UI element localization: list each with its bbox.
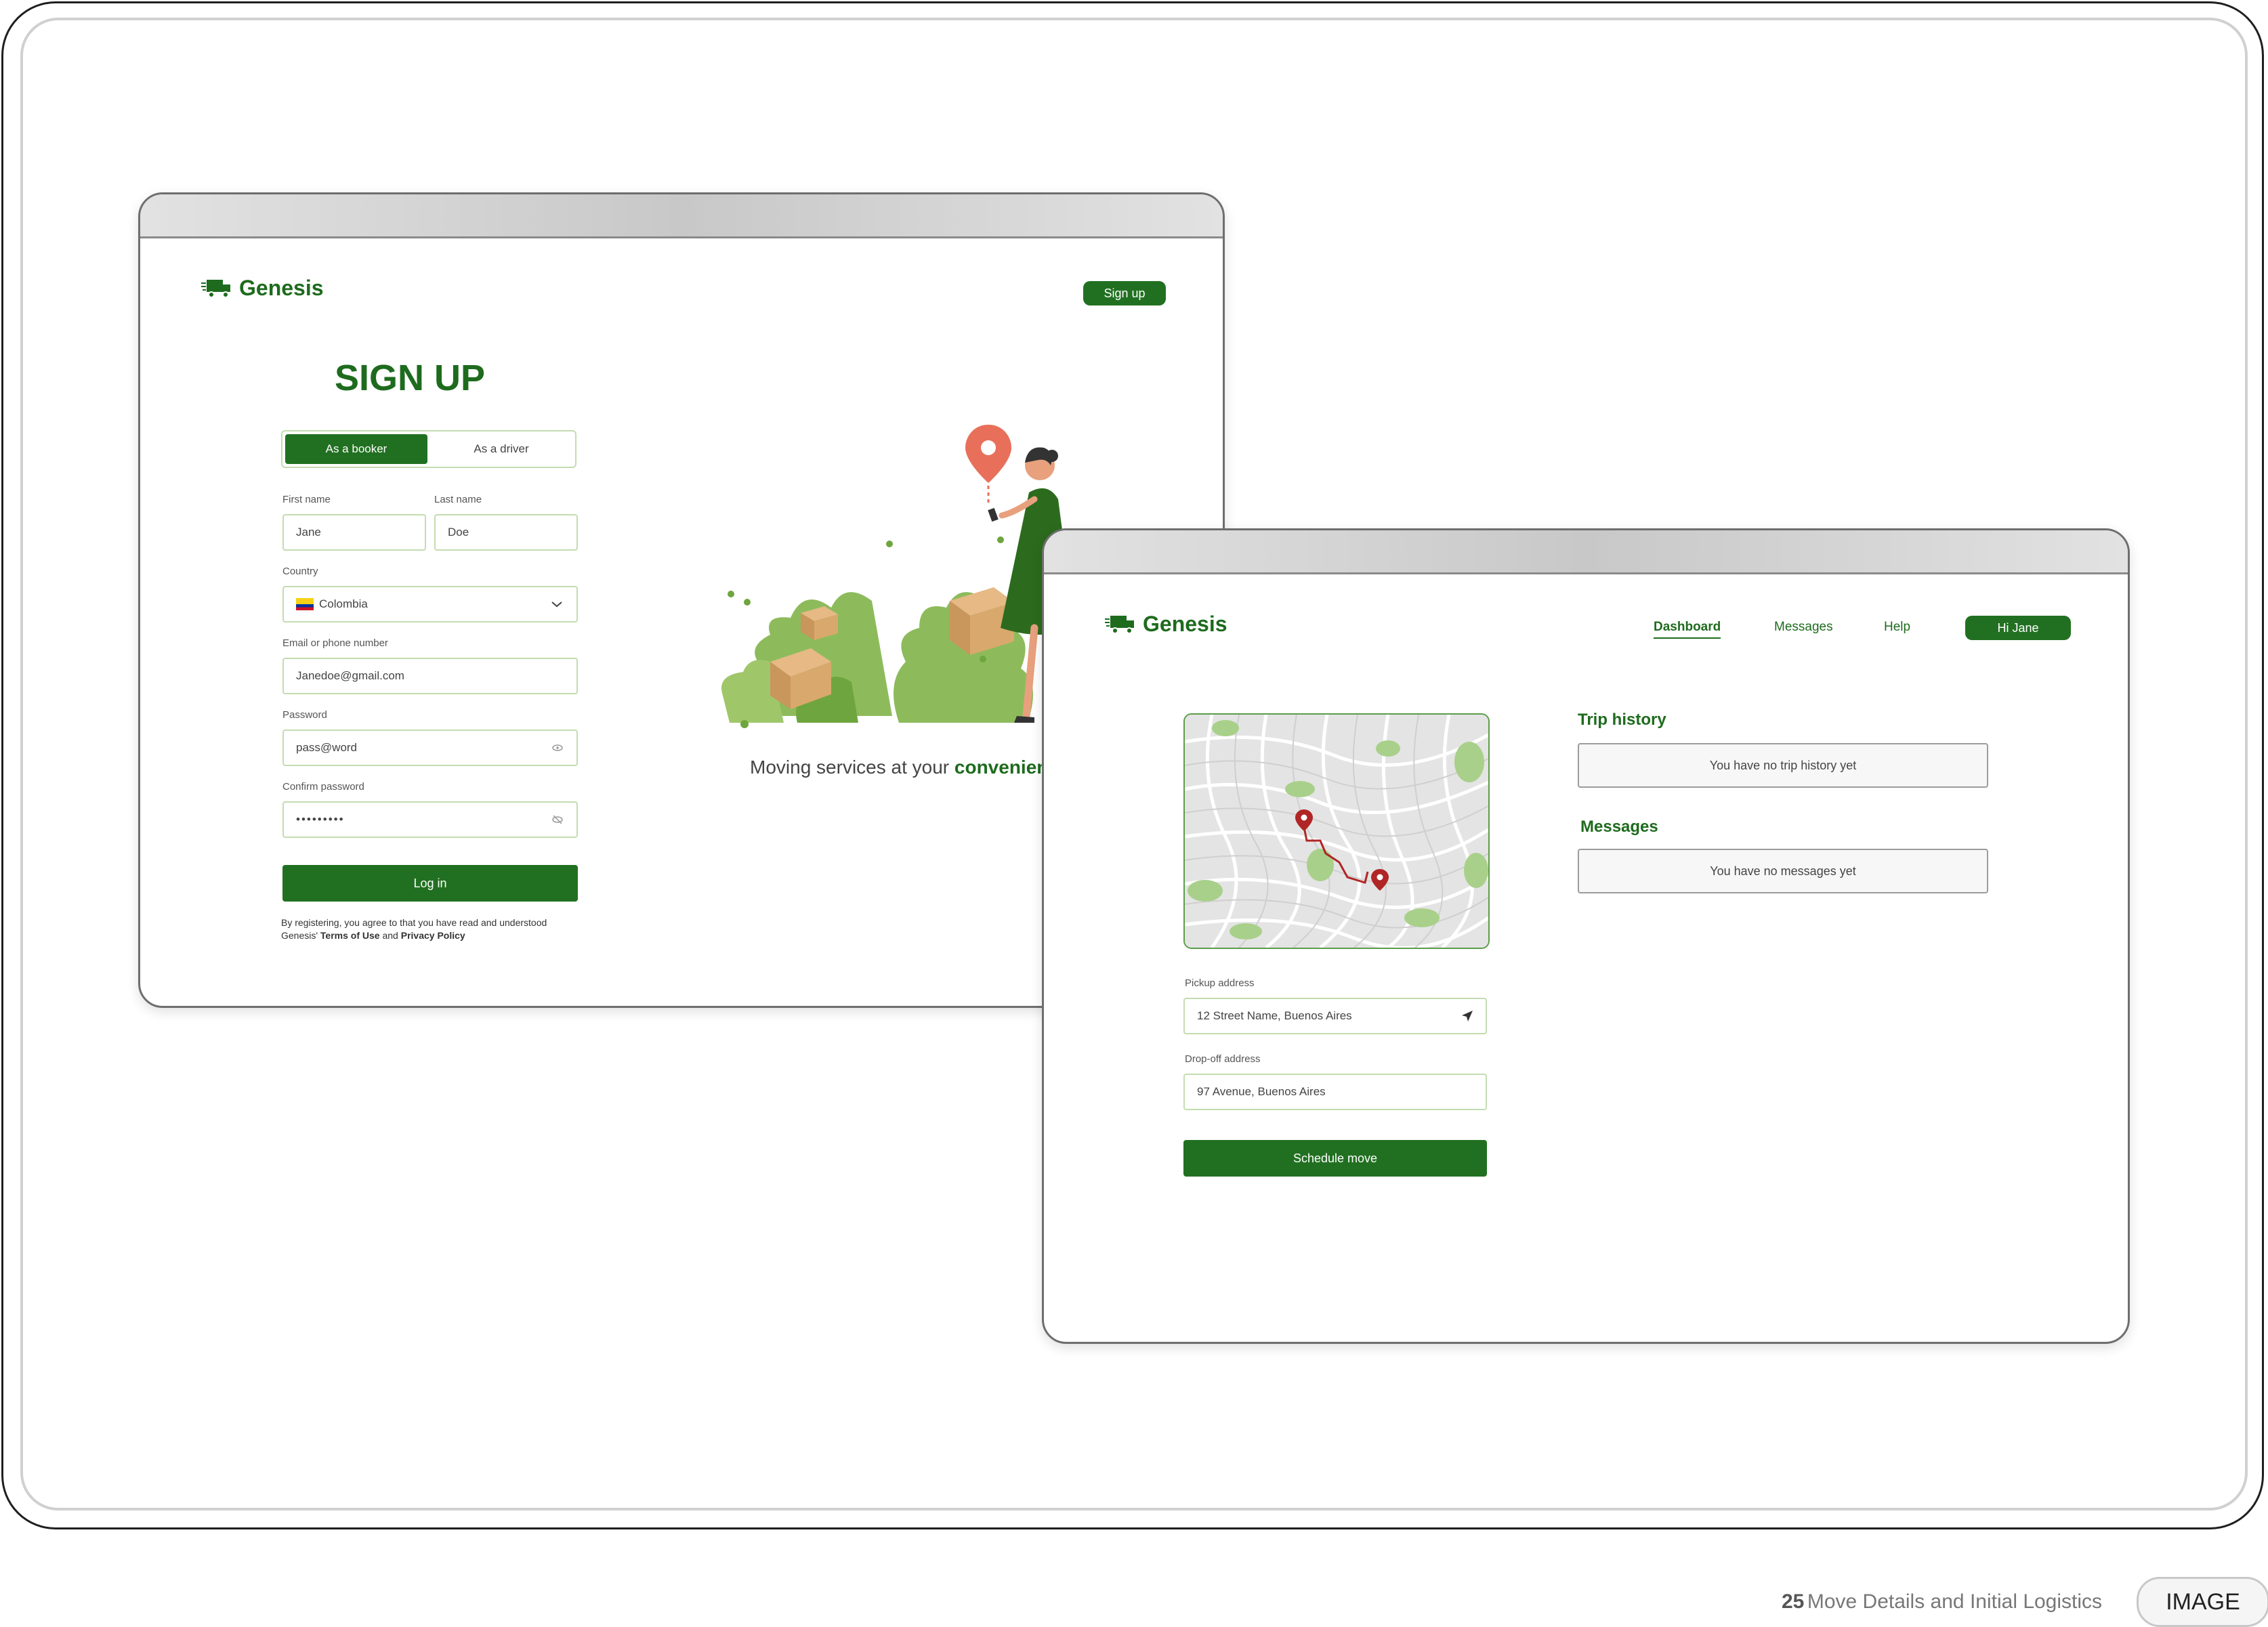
legal-text: By registering, you agree to that you ha… bbox=[281, 916, 606, 942]
email-field[interactable]: Janedoe@gmail.com bbox=[282, 658, 578, 694]
logo[interactable]: Genesis bbox=[1105, 612, 1227, 637]
first-name-label: First name bbox=[282, 494, 331, 505]
locate-arrow-icon[interactable] bbox=[1461, 1010, 1473, 1022]
password-field[interactable]: pass@word bbox=[282, 730, 578, 766]
legal-line-1: By registering, you agree to that you ha… bbox=[281, 917, 547, 928]
colombia-flag-icon bbox=[296, 598, 314, 610]
last-name-field[interactable]: Doe bbox=[434, 514, 578, 551]
tagline-prefix: Moving services at your bbox=[750, 757, 950, 778]
country-select[interactable]: Colombia bbox=[282, 586, 578, 622]
country-value: Colombia bbox=[319, 597, 368, 610]
messages-title: Messages bbox=[1580, 818, 1658, 836]
last-name-label: Last name bbox=[434, 494, 482, 505]
page-number: 25 bbox=[1782, 1590, 1805, 1613]
truck-icon bbox=[1105, 615, 1134, 634]
map-graphic bbox=[1185, 715, 1488, 948]
nav-dashboard[interactable]: Dashboard bbox=[1654, 620, 1721, 639]
dropoff-label: Drop-off address bbox=[1185, 1053, 1261, 1065]
slide-footer: 25 Move Details and Initial Logistics bbox=[1782, 1590, 2102, 1613]
confirm-password-value: ••••••••• bbox=[296, 813, 345, 826]
terms-link[interactable]: Terms of Use bbox=[320, 930, 380, 941]
tab-driver[interactable]: As a driver bbox=[430, 434, 572, 464]
privacy-link[interactable]: Privacy Policy bbox=[401, 930, 465, 941]
logo[interactable]: Genesis bbox=[201, 276, 324, 301]
messages-empty: You have no messages yet bbox=[1578, 849, 1988, 893]
user-menu-button[interactable]: Hi Jane bbox=[1965, 616, 2071, 640]
browser-title-bar bbox=[140, 194, 1223, 238]
tagline: Moving services at your convenience bbox=[750, 757, 1070, 778]
nav-messages[interactable]: Messages bbox=[1774, 620, 1833, 635]
password-label: Password bbox=[282, 709, 327, 721]
page-title: SIGN UP bbox=[334, 358, 486, 398]
legal-and: and bbox=[382, 930, 398, 941]
browser-title-bar bbox=[1044, 530, 2128, 574]
pickup-address-value: 12 Street Name, Buenos Aires bbox=[1197, 1009, 1352, 1022]
logo-text: Genesis bbox=[1143, 612, 1227, 636]
truck-icon bbox=[201, 279, 230, 298]
tab-booker[interactable]: As a booker bbox=[285, 434, 427, 464]
legal-line-2: Genesis' Terms of Use and Privacy Policy bbox=[281, 929, 606, 942]
confirm-password-label: Confirm password bbox=[282, 781, 364, 793]
nav-help[interactable]: Help bbox=[1884, 620, 1910, 635]
password-value: pass@word bbox=[296, 741, 358, 754]
signup-header-button[interactable]: Sign up bbox=[1083, 281, 1166, 305]
confirm-password-field[interactable]: ••••••••• bbox=[282, 801, 578, 838]
role-tabs: As a booker As a driver bbox=[281, 430, 576, 468]
legal-prefix: Genesis' bbox=[281, 930, 318, 941]
dropoff-address-field[interactable]: 97 Avenue, Buenos Aires bbox=[1183, 1074, 1487, 1110]
dashboard-window: Genesis Dashboard Messages Help Hi Jane bbox=[1042, 528, 2130, 1344]
first-name-field[interactable]: Jane bbox=[282, 514, 426, 551]
schedule-move-button[interactable]: Schedule move bbox=[1183, 1140, 1487, 1177]
chevron-down-icon bbox=[551, 601, 562, 608]
section-title: Move Details and Initial Logistics bbox=[1807, 1590, 2103, 1613]
pickup-address-field[interactable]: 12 Street Name, Buenos Aires bbox=[1183, 998, 1487, 1034]
pickup-label: Pickup address bbox=[1185, 977, 1255, 989]
email-label: Email or phone number bbox=[282, 637, 388, 649]
logo-text: Genesis bbox=[239, 276, 324, 300]
login-button[interactable]: Log in bbox=[282, 865, 578, 902]
country-label: Country bbox=[282, 566, 318, 577]
trip-history-empty: You have no trip history yet bbox=[1578, 743, 1988, 788]
image-tag: IMAGE bbox=[2137, 1577, 2268, 1627]
route-map[interactable] bbox=[1183, 713, 1490, 949]
eye-off-icon[interactable] bbox=[552, 815, 563, 824]
trip-history-title: Trip history bbox=[1578, 711, 1666, 729]
eye-icon[interactable] bbox=[552, 744, 563, 752]
